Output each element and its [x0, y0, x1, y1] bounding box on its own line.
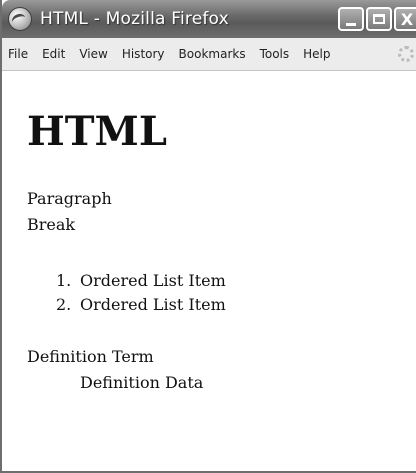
- close-icon: X: [400, 9, 414, 29]
- maximize-icon: [373, 14, 385, 24]
- menu-edit[interactable]: Edit: [42, 47, 65, 61]
- menu-history[interactable]: History: [122, 47, 165, 61]
- maximize-button[interactable]: [366, 7, 392, 31]
- paragraph-text: Paragraph: [27, 189, 112, 208]
- menu-bookmarks[interactable]: Bookmarks: [179, 47, 246, 61]
- menu-help[interactable]: Help: [303, 47, 330, 61]
- definition-term: Definition Term: [27, 347, 154, 366]
- menu-view[interactable]: View: [79, 47, 107, 61]
- minimize-button[interactable]: [338, 7, 364, 31]
- list-item: 2. Ordered List Item: [56, 293, 226, 317]
- list-item-number: 2.: [56, 295, 72, 314]
- list-item-text: Ordered List Item: [80, 295, 226, 314]
- browser-window: HTML - Mozilla Firefox X File Edit View …: [0, 0, 416, 473]
- list-item-number: 1.: [56, 271, 72, 290]
- break-text: Break: [27, 215, 76, 234]
- throbber-icon: [398, 46, 414, 62]
- menu-tools[interactable]: Tools: [260, 47, 290, 61]
- definition-data: Definition Data: [80, 373, 204, 392]
- page-heading: HTML: [27, 108, 167, 155]
- firefox-icon[interactable]: [8, 7, 32, 31]
- ordered-list: 1. Ordered List Item 2. Ordered List Ite…: [56, 269, 226, 317]
- window-title: HTML - Mozilla Firefox: [40, 9, 229, 29]
- list-item-text: Ordered List Item: [80, 271, 226, 290]
- title-bar[interactable]: HTML - Mozilla Firefox X: [2, 0, 416, 38]
- page-content: HTML Paragraph Break 1. Ordered List Ite…: [2, 71, 416, 471]
- menu-file[interactable]: File: [8, 47, 28, 61]
- menu-bar: File Edit View History Bookmarks Tools H…: [2, 38, 416, 71]
- list-item: 1. Ordered List Item: [56, 269, 226, 293]
- close-button[interactable]: X: [394, 7, 416, 31]
- window-controls: X: [338, 7, 416, 31]
- minimize-icon: [346, 22, 356, 26]
